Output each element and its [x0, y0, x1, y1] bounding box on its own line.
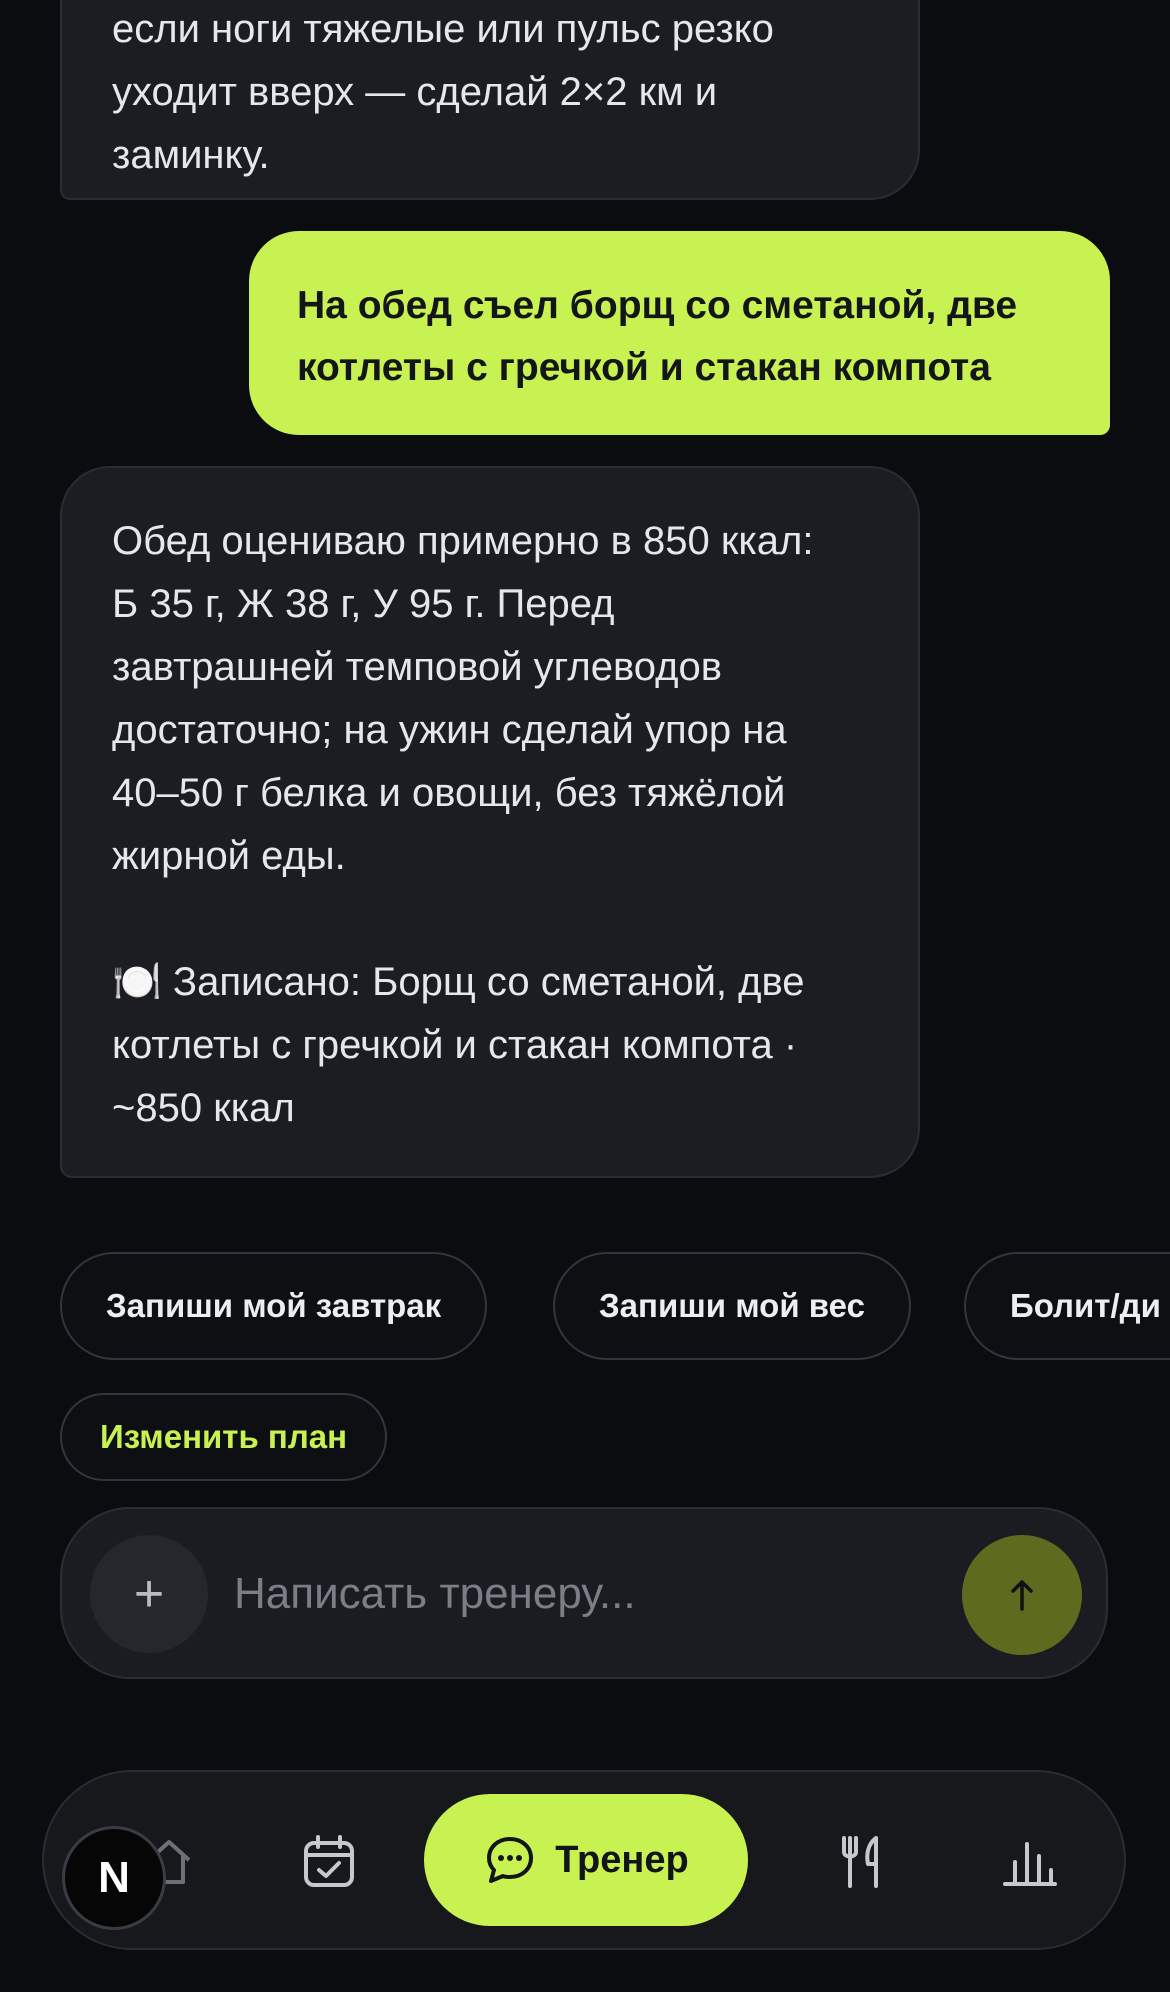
message-line: завтрашней темповой углеводов — [112, 645, 722, 689]
tab-coach[interactable]: Тренер — [424, 1794, 748, 1926]
fork-knife-icon — [842, 1836, 878, 1888]
chat-icon — [487, 1837, 534, 1883]
arrow-up-icon — [1011, 1580, 1033, 1611]
logged-meal-line: ~850 ккал — [112, 1086, 295, 1130]
message-input[interactable] — [232, 1555, 796, 1633]
message-line: Обед оцениваю примерно в 850 ккал: — [112, 519, 814, 563]
tab-calendar[interactable] — [289, 1822, 369, 1902]
logged-meal-line: 🍽️ Записано: Борщ со сметаной, две — [112, 960, 805, 1004]
message-line: если ноги тяжелые или пульс резко — [112, 7, 774, 51]
attach-button[interactable]: + — [90, 1535, 208, 1653]
message-line: достаточно; на ужин сделай упор на — [112, 708, 787, 752]
send-button[interactable] — [962, 1535, 1082, 1655]
tab-nutrition[interactable] — [824, 1822, 904, 1902]
user-message: На обед съел борщ со сметаной, две котле… — [249, 231, 1110, 435]
message-line: жирной еды. — [112, 834, 346, 878]
quick-reply-log-weight[interactable]: Запиши мой вес — [553, 1252, 911, 1360]
quick-reply-pain[interactable]: Болит/ди — [964, 1252, 1170, 1360]
bar-chart-icon — [1003, 1842, 1057, 1886]
avatar-letter: N — [98, 1853, 130, 1902]
bot-message-reply: Обед оцениваю примерно в 850 ккал: Б 35 … — [60, 466, 920, 1178]
tab-coach-label: Тренер — [555, 1838, 689, 1881]
edit-plan-button[interactable]: Изменить план — [60, 1393, 388, 1481]
message-line: котлеты с гречкой и стакан компота — [297, 346, 991, 389]
message-line: уходит вверх — сделай 2×2 км и — [112, 70, 718, 114]
message-composer: + — [60, 1507, 1108, 1679]
tab-stats[interactable] — [989, 1822, 1069, 1902]
message-line: заминку. — [112, 133, 270, 177]
message-line: Б 35 г, Ж 38 г, У 95 г. Перед — [112, 582, 615, 626]
bottom-tab-bar: N Тренер — [42, 1770, 1126, 1950]
logged-meal-line: котлеты с гречкой и стакан компота · — [112, 1023, 798, 1067]
message-line: 40–50 г белка и овощи, без тяжёлой — [112, 771, 786, 815]
message-line: На обед съел борщ со сметаной, две — [297, 284, 1018, 327]
quick-reply-log-breakfast[interactable]: Запиши мой завтрак — [60, 1252, 488, 1360]
avatar[interactable]: N — [62, 1826, 166, 1930]
calendar-check-icon — [304, 1835, 354, 1887]
bot-message-previous: если ноги тяжелые или пульс резко уходит… — [60, 0, 920, 200]
plus-icon: + — [133, 1565, 165, 1623]
